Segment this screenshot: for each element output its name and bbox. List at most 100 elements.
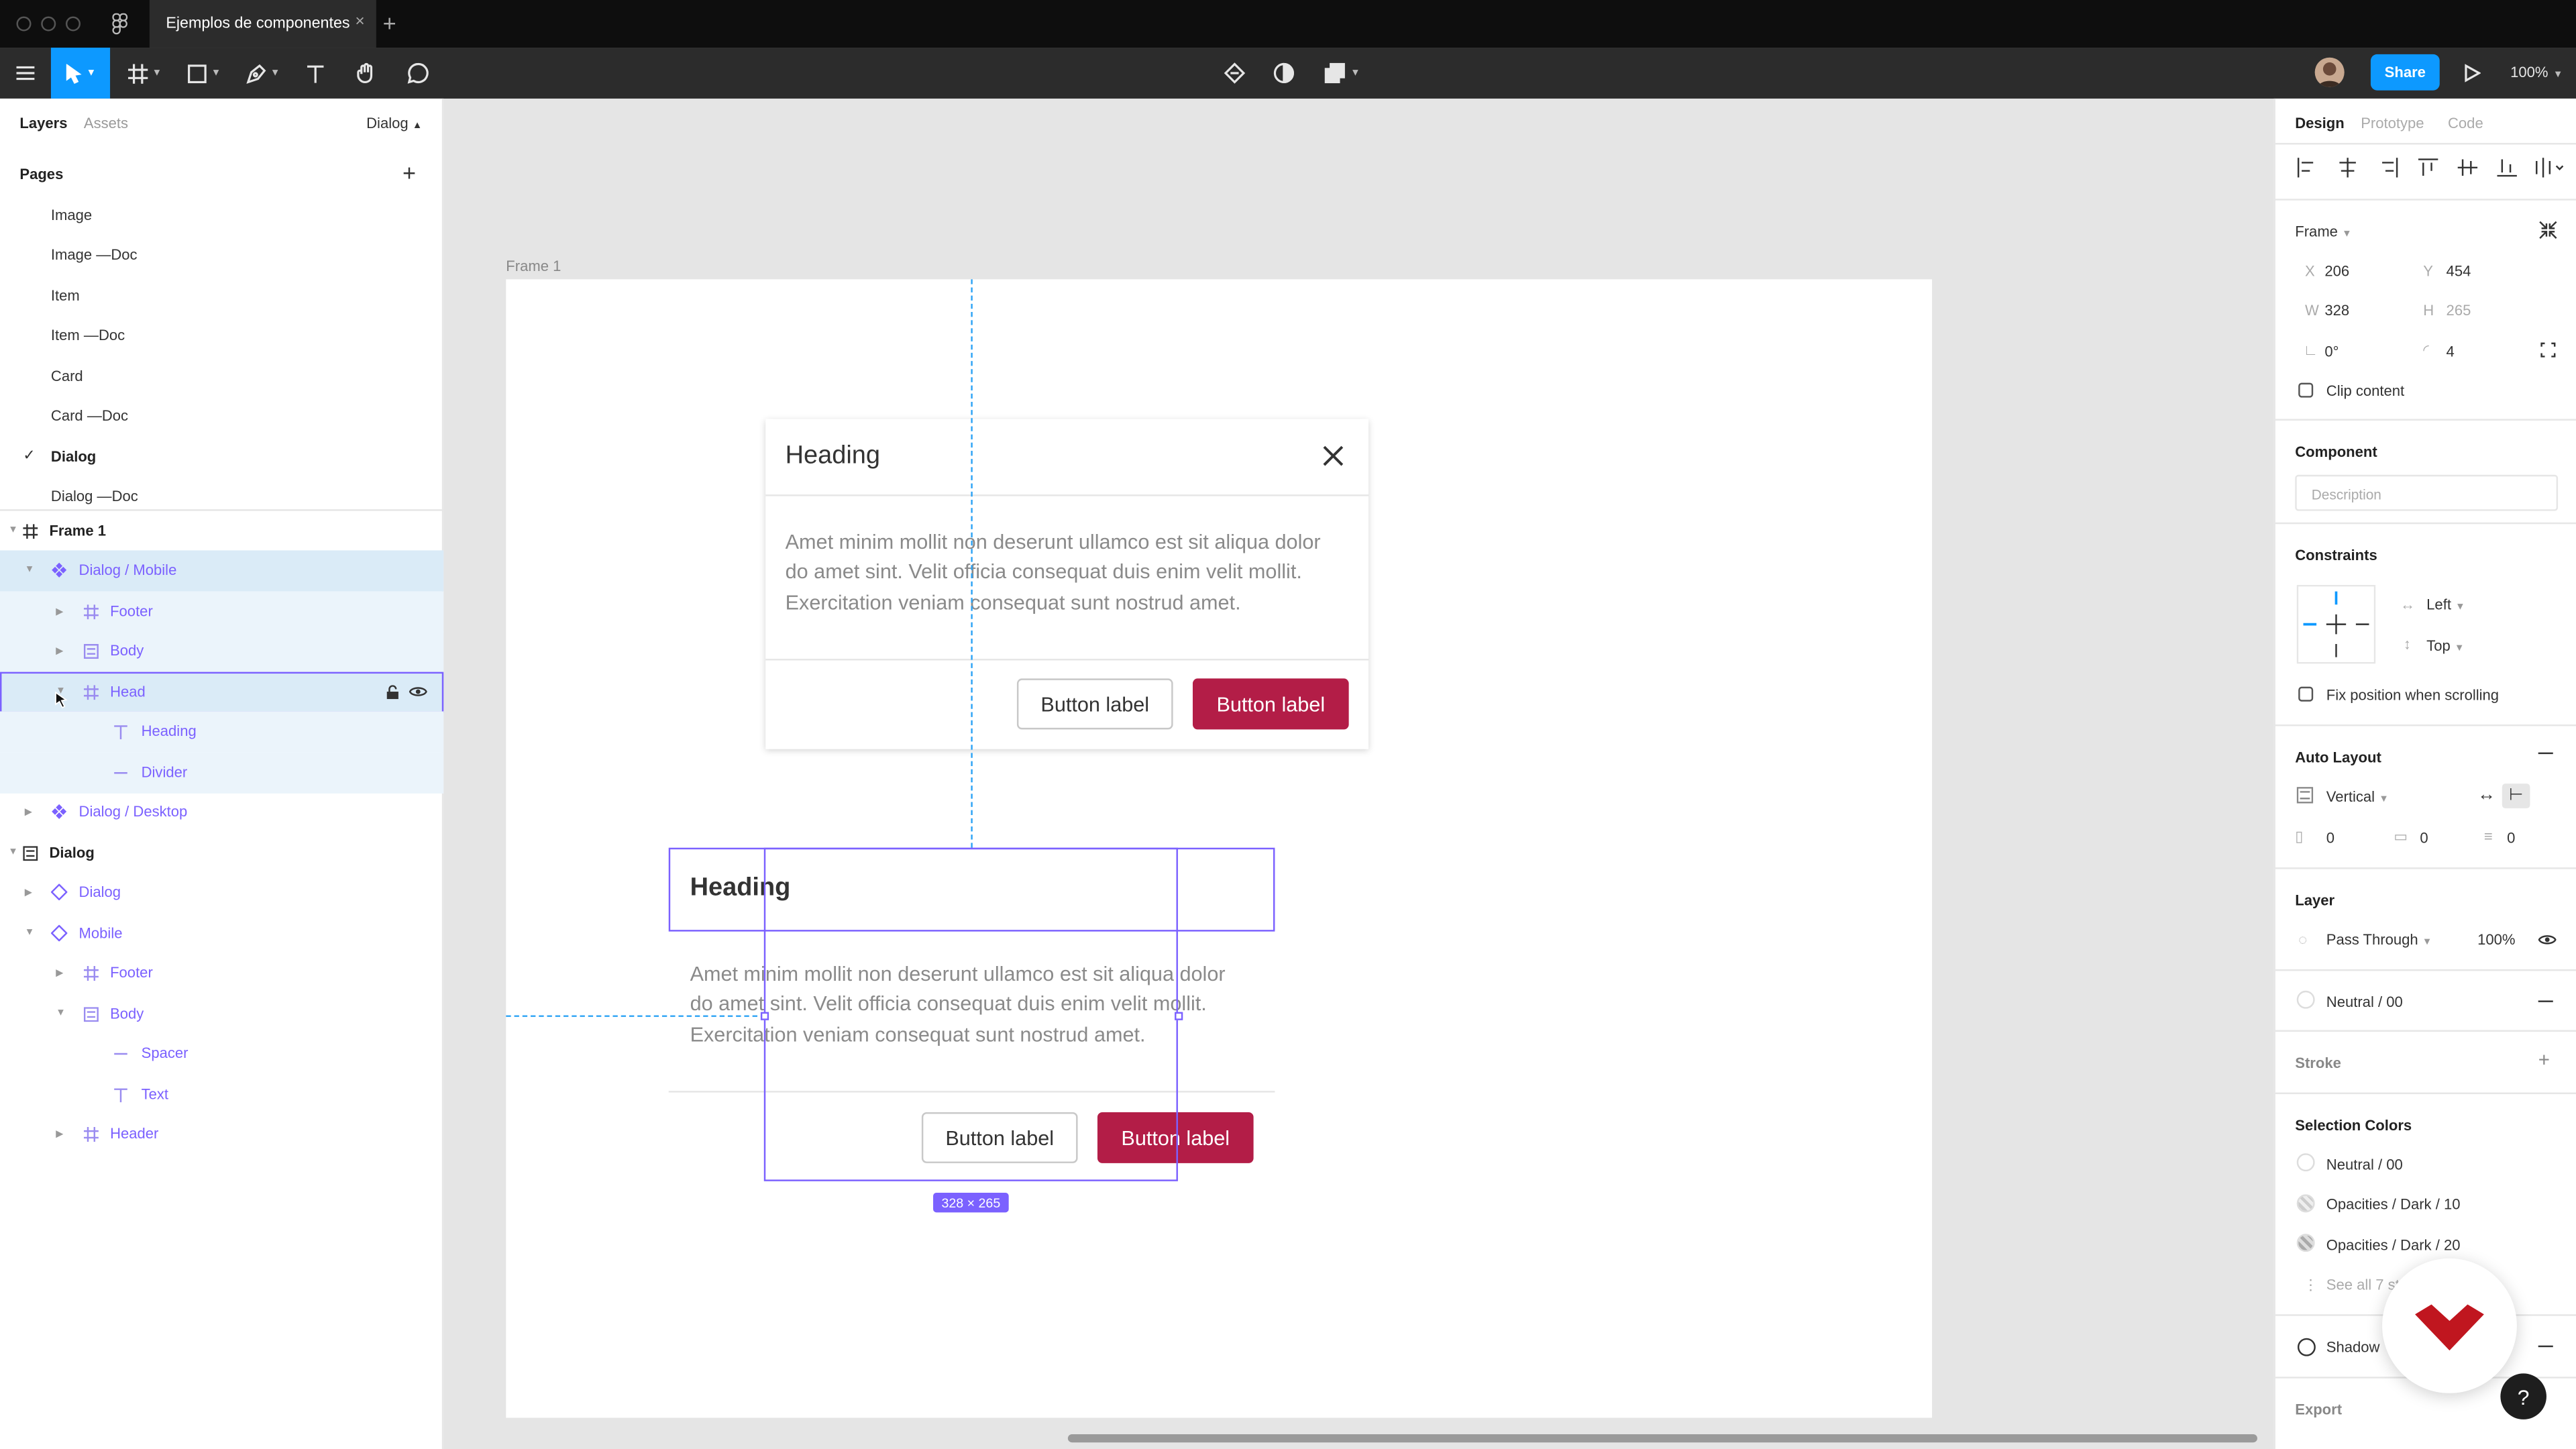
description-input[interactable]: Description — [2295, 474, 2559, 511]
fill-style-name[interactable]: Neutral / 00 — [2326, 994, 2403, 1010]
fixed-width-icon[interactable]: ⊢ — [2502, 784, 2530, 808]
new-tab-icon[interactable]: + — [383, 10, 396, 36]
floating-badge[interactable] — [2382, 1258, 2517, 1393]
selection-box[interactable] — [763, 847, 1178, 1181]
add-page-icon[interactable]: + — [402, 160, 416, 186]
page-item-image-doc[interactable]: Image —Doc — [51, 246, 138, 262]
close-icon[interactable] — [1322, 445, 1344, 467]
layer-row[interactable]: ▶ Header — [0, 1114, 443, 1154]
constraint-horizontal-select[interactable]: Left ▼ — [2426, 596, 2465, 612]
padding-horizontal-input[interactable]: 0 — [2326, 830, 2334, 846]
boolean-tool-button[interactable]: ▼ — [1318, 48, 1366, 99]
page-item-image[interactable]: Image — [51, 207, 92, 223]
comment-tool-button[interactable] — [401, 48, 434, 99]
item-spacing-input[interactable]: 0 — [2507, 830, 2515, 846]
fill-swatch[interactable] — [2296, 990, 2315, 1009]
tab-design[interactable]: Design — [2295, 115, 2345, 131]
rotation-input[interactable]: 0° — [2324, 343, 2339, 360]
zoom-level[interactable]: 100% ▼ — [2510, 64, 2563, 80]
remove-effect-icon[interactable] — [2538, 1345, 2553, 1348]
selection-color-name[interactable]: Opacities / Dark / 10 — [2326, 1196, 2461, 1212]
layer-row[interactable]: ▼ Dialog / Mobile — [0, 550, 444, 591]
layer-row[interactable]: Heading — [0, 711, 444, 752]
remove-fill-icon[interactable] — [2538, 1000, 2553, 1002]
lock-icon[interactable] — [383, 682, 402, 702]
color-swatch[interactable] — [2296, 1234, 2315, 1252]
layer-row[interactable]: ▼ Mobile — [0, 914, 443, 954]
eye-icon[interactable] — [2538, 933, 2557, 947]
layer-row[interactable]: Spacer — [0, 1033, 443, 1073]
frame-type-selector[interactable]: Frame ▼ — [2295, 223, 2351, 239]
opacity-input[interactable]: 100% — [2477, 932, 2515, 948]
page-item-item-doc[interactable]: Item —Doc — [51, 327, 125, 343]
layer-row[interactable]: ▶ Dialog / Desktop — [0, 792, 443, 832]
x-input[interactable]: 206 — [2324, 263, 2349, 279]
padding-vertical-input[interactable]: 0 — [2420, 830, 2428, 846]
layer-row[interactable]: ▶ Body — [0, 631, 444, 672]
tab-prototype[interactable]: Prototype — [2361, 115, 2424, 131]
share-button[interactable]: Share — [2370, 54, 2440, 91]
blend-mode-select[interactable]: Pass Through ▼ — [2326, 932, 2432, 948]
layer-row[interactable]: Text — [0, 1075, 443, 1115]
help-button[interactable]: ? — [2500, 1373, 2546, 1419]
color-swatch[interactable] — [2296, 1194, 2315, 1213]
close-window-icon[interactable] — [16, 16, 32, 32]
hand-tool-button[interactable] — [350, 48, 383, 99]
resize-handle[interactable] — [1175, 1012, 1183, 1020]
resize-to-fit-icon[interactable] — [2538, 220, 2558, 239]
y-input[interactable]: 454 — [2447, 263, 2471, 279]
height-input[interactable]: 265 — [2447, 303, 2471, 319]
constraints-widget[interactable] — [2296, 584, 2376, 664]
layer-row[interactable]: ▼ Body — [0, 994, 443, 1034]
layer-row[interactable]: ▶ Footer — [0, 953, 443, 993]
close-tab-icon[interactable]: × — [355, 13, 364, 32]
present-button[interactable] — [2458, 48, 2487, 99]
layer-row[interactable]: ▶ Footer — [0, 591, 444, 632]
frame-label[interactable]: Frame 1 — [506, 258, 561, 274]
layer-row[interactable]: ▶ Dialog — [0, 872, 443, 912]
fix-position-checkbox[interactable] — [2298, 686, 2314, 702]
see-all-colors-link[interactable]: See all 7 st — [2326, 1277, 2400, 1293]
page-item-card-doc[interactable]: Card —Doc — [51, 407, 128, 423]
pen-tool-button[interactable]: ▼ — [240, 48, 286, 99]
page-item-dialog-doc[interactable]: Dialog —Doc — [51, 488, 138, 504]
independent-corners-icon[interactable] — [2540, 341, 2556, 358]
eye-icon[interactable] — [407, 682, 427, 702]
selection-color-name[interactable]: Opacities / Dark / 20 — [2326, 1237, 2461, 1253]
shadow-effect-label[interactable]: Shadow — [2326, 1339, 2380, 1355]
maximize-window-icon[interactable] — [65, 16, 81, 32]
main-menu-icon[interactable] — [10, 48, 40, 99]
figma-logo-icon[interactable] — [112, 13, 128, 35]
page-item-card[interactable]: Card — [51, 368, 83, 384]
constraint-vertical-select[interactable]: Top ▼ — [2426, 637, 2464, 653]
minimize-window-icon[interactable] — [41, 16, 56, 32]
dialog-mobile-component[interactable]: Heading Amet minim mollit non deserunt u… — [765, 419, 1369, 749]
clip-content-checkbox[interactable] — [2298, 382, 2314, 398]
page-item-item[interactable]: Item — [51, 288, 80, 304]
avatar[interactable] — [2314, 57, 2345, 87]
width-input[interactable]: 328 — [2324, 303, 2349, 319]
remove-auto-layout-icon[interactable] — [2538, 752, 2553, 755]
layer-row[interactable]: Divider — [0, 752, 444, 793]
secondary-button[interactable]: Button label — [1016, 678, 1173, 730]
page-selector[interactable]: Dialog ▲ — [366, 115, 422, 131]
tab-code[interactable]: Code — [2448, 115, 2483, 131]
frame-tool-button[interactable]: ▼ — [121, 48, 168, 99]
selection-color-name[interactable]: Neutral / 00 — [2326, 1157, 2403, 1173]
tab-layers[interactable]: Layers — [19, 115, 67, 131]
layer-row[interactable]: ▼ Frame 1 — [0, 511, 443, 551]
layer-row[interactable]: ▼ Dialog — [0, 833, 443, 873]
corner-radius-input[interactable]: 4 — [2447, 343, 2455, 360]
horizontal-scrollbar[interactable] — [1067, 1434, 2257, 1443]
move-tool-button[interactable]: ▼ — [50, 48, 111, 99]
color-swatch[interactable] — [2296, 1153, 2315, 1172]
tab-ejemplos-de-componentes[interactable]: Ejemplos de componentes × — [149, 0, 376, 48]
contrast-button[interactable] — [1267, 48, 1299, 99]
shape-tool-button[interactable]: ▼ — [180, 48, 227, 99]
resize-handle[interactable] — [760, 1012, 769, 1020]
direction-select[interactable]: Vertical ▼ — [2326, 789, 2389, 805]
component-tool-button[interactable] — [1218, 48, 1250, 99]
primary-button[interactable]: Button label — [1192, 678, 1349, 730]
hug-width-icon[interactable]: ↔ — [2477, 786, 2496, 805]
page-item-dialog[interactable]: Dialog — [51, 449, 96, 465]
